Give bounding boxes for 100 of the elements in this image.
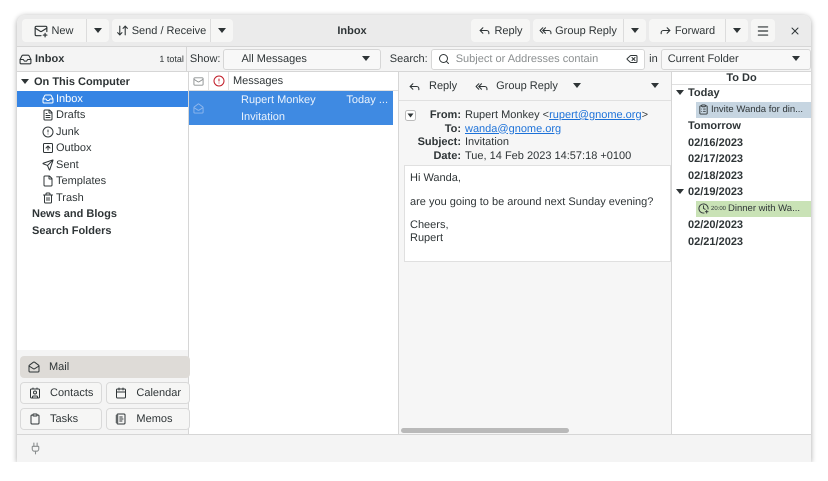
mail-icon: [28, 361, 40, 373]
date-heading: Today: [688, 87, 720, 100]
date-heading: 02/20/2023: [688, 219, 744, 232]
body-paragraph: Cheers, Rupert: [410, 219, 450, 244]
folder-item[interactable]: Templates: [17, 173, 188, 190]
caret-icon: [733, 28, 741, 34]
date-heading: 02/18/2023: [688, 170, 744, 182]
folder-group[interactable]: On This Computer: [17, 74, 188, 90]
header-value: Tue, 14 Feb 2023 14:57:18 +0100: [465, 150, 632, 162]
notebook-icon: [115, 413, 128, 425]
folder-item[interactable]: Trash: [17, 190, 188, 206]
group-reply-button[interactable]: Group Reply: [533, 19, 623, 42]
forward-icon: [658, 24, 672, 37]
header-value: Rupert Monkey <: [465, 109, 550, 121]
search-field[interactable]: Subject or Addresses contain: [430, 48, 646, 70]
connection-icon: [29, 442, 42, 455]
collapse-toggle-icon[interactable]: [405, 110, 416, 122]
upload-icon: [42, 142, 54, 154]
view-switch-button[interactable]: Contacts: [20, 382, 102, 404]
view-switch-button[interactable]: Memos: [106, 408, 190, 430]
task-icon: [698, 104, 709, 116]
item-title: Dinner with Wa...: [728, 203, 800, 214]
reply-button[interactable]: Reply: [403, 75, 462, 97]
send-receive-menu-button[interactable]: [210, 19, 233, 42]
forward-button[interactable]: Forward: [649, 19, 725, 42]
task-item[interactable]: Invite Wanda for din...: [696, 102, 811, 118]
folder-item[interactable]: Inbox: [17, 90, 188, 107]
contact-icon: [29, 387, 41, 399]
caret-icon: [218, 28, 226, 34]
view-switch-button[interactable]: Mail: [20, 356, 190, 378]
calendar-icon: [115, 387, 128, 399]
folder-item[interactable]: Junk: [17, 124, 188, 140]
date-heading: Tomorrow: [688, 120, 741, 132]
date-heading: 02/21/2023: [688, 236, 744, 248]
folder-group[interactable]: News and Blogs: [17, 206, 188, 222]
file-icon: [42, 175, 54, 188]
send-receive-button[interactable]: Send / Receive: [112, 19, 210, 42]
alert-icon: [42, 126, 54, 138]
inbox-icon: [42, 92, 54, 105]
date-heading: 02/17/2023: [688, 153, 744, 166]
menu-button[interactable]: [751, 19, 775, 42]
header-label-text: Subject:: [418, 136, 461, 150]
header-label-text: Date:: [433, 150, 461, 163]
header-label-text: To:: [444, 122, 461, 136]
folder-item[interactable]: Outbox: [17, 140, 188, 156]
caret-icon: [362, 56, 370, 62]
folder-item[interactable]: Sent: [17, 156, 188, 173]
date-heading: 02/16/2023: [688, 136, 744, 149]
new-button[interactable]: New: [22, 19, 86, 42]
reply-icon: [478, 24, 492, 37]
inbox-icon: [19, 52, 32, 66]
sync-icon: [116, 24, 129, 37]
scrollbar-thumb[interactable]: [401, 428, 569, 433]
priority-icon: [212, 75, 224, 87]
close-icon: [789, 24, 801, 36]
column-header: Messages: [233, 75, 284, 87]
scope-dropdown[interactable]: Current Folder: [660, 48, 811, 70]
reply-button[interactable]: Reply: [471, 19, 530, 42]
reminder-icon: [698, 203, 709, 214]
new-mail-icon: [34, 24, 48, 38]
group-reply-menu-button[interactable]: [623, 19, 646, 42]
in-label: in: [648, 53, 659, 65]
caret-icon: [94, 28, 102, 34]
trash-icon: [42, 192, 54, 204]
new-menu-button[interactable]: [86, 19, 109, 42]
date-heading: 02/19/2023: [688, 186, 744, 198]
show-label: Show:: [188, 53, 222, 65]
clipboard-icon: [29, 413, 41, 425]
sender-cell-text: Rupert Monkey: [241, 94, 317, 106]
folder-item[interactable]: Drafts: [17, 107, 188, 124]
caret-icon: [792, 56, 800, 62]
group-reply-button[interactable]: Group Reply: [470, 75, 563, 97]
search-icon: [438, 53, 450, 65]
message-status-icon: [193, 102, 204, 114]
menu-icon: [756, 24, 770, 38]
clear-icon: [626, 53, 638, 65]
body-paragraph: Hi Wanda,: [410, 172, 462, 184]
header-value: >: [642, 109, 648, 121]
item-title: Invite Wanda for din...: [711, 104, 804, 116]
status-icon: [193, 76, 204, 86]
document-icon: [42, 109, 54, 122]
folder-group[interactable]: Search Folders: [17, 222, 188, 239]
body-paragraph: are you going to be around next Sunday evening?: [410, 196, 654, 208]
show-dropdown[interactable]: All Messages: [223, 48, 381, 70]
todo-title: To Do: [672, 72, 811, 85]
caret-icon: [572, 83, 581, 89]
header-value: Invitation: [465, 136, 510, 148]
subject-cell-text: Invitation: [241, 110, 286, 122]
reply-all-icon: [539, 24, 552, 37]
view-switch-button[interactable]: Tasks: [20, 408, 102, 430]
view-switch-button[interactable]: Calendar: [106, 382, 190, 404]
window-title: Inbox: [336, 24, 368, 36]
caret-icon: [651, 83, 659, 89]
search-label: Search:: [388, 53, 429, 65]
forward-menu-button[interactable]: [725, 19, 748, 42]
message-count: 1 total: [159, 54, 184, 64]
header-label-text: From:: [430, 109, 461, 122]
email-link[interactable]: rupert@gnome.org: [549, 109, 642, 121]
email-link[interactable]: wanda@gnome.org: [465, 122, 562, 134]
date-cell-text: Today ...: [346, 94, 389, 106]
